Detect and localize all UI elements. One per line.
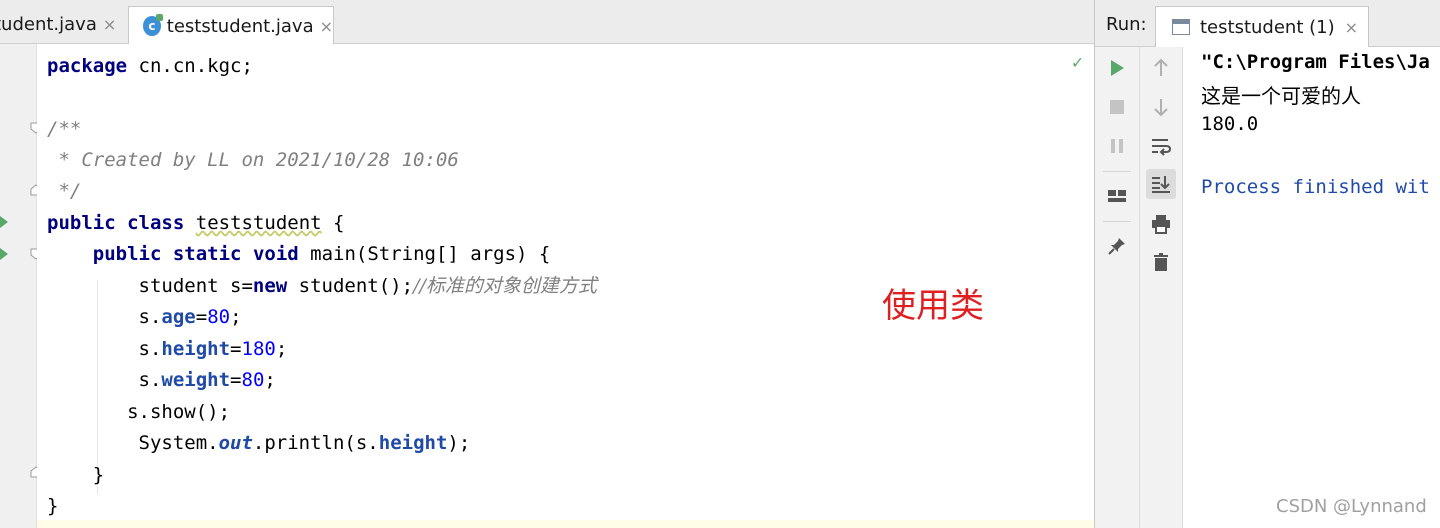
stop-icon[interactable] [1104, 94, 1130, 120]
tab-label: teststudent.java [166, 15, 314, 37]
soft-wrap-icon[interactable] [1148, 133, 1174, 159]
code-line-8: student s=new student();//标准的对象创建方式 [138, 275, 597, 297]
scroll-to-end-icon[interactable] [1146, 169, 1176, 199]
trash-icon[interactable] [1148, 249, 1174, 275]
run-main-icon[interactable] [0, 248, 8, 260]
toolbar-separator [1103, 171, 1131, 172]
close-icon[interactable]: × [103, 15, 116, 34]
console-line-output-1: 这是一个可爱的人 [1201, 84, 1361, 108]
code-line-9: s.age=80; [138, 306, 242, 328]
code-line-14: } [92, 464, 105, 486]
code-line-10: s.height=180; [138, 338, 288, 360]
code-line-6: public class teststudent { [47, 212, 345, 234]
code-line-13: System.out.println(s.height); [138, 432, 471, 454]
console-window-icon [1172, 19, 1190, 35]
console-line-output-2: 180.0 [1201, 113, 1259, 135]
watermark: CSDN @Lynnand [1276, 496, 1427, 517]
run-label: Run: [1106, 14, 1147, 35]
code-line-11: s.weight=80; [138, 369, 276, 391]
print-icon[interactable] [1148, 211, 1174, 237]
code-line-7: public static void main(String[] args) { [92, 243, 551, 265]
code-line-12: s.show(); [127, 401, 231, 423]
close-icon[interactable]: × [1345, 18, 1358, 37]
java-class-icon: c [143, 14, 163, 36]
code-line-15: } [47, 495, 59, 517]
tab-student-java[interactable]: tudent.java × [0, 6, 128, 43]
inspection-ok-icon[interactable]: ✓ [1072, 52, 1083, 73]
code-line-1: package cn.cn.kgc; [47, 55, 253, 77]
tab-label: tudent.java [0, 14, 97, 35]
annotation-text: 使用类 [882, 286, 984, 326]
run-tab-label: teststudent (1) [1200, 16, 1335, 38]
tab-teststudent-java[interactable]: c teststudent.java × [128, 6, 334, 45]
console-output[interactable]: "C:\Program Files\Ja 这是一个可爱的人 180.0 Proc… [1183, 47, 1440, 528]
run-tab-teststudent[interactable]: teststudent (1) × [1155, 6, 1369, 47]
pin-icon[interactable] [1104, 233, 1130, 259]
run-class-icon[interactable] [0, 216, 8, 228]
code-line-4: * Created by LL on 2021/10/28 10:06 [47, 149, 459, 171]
caret-line-highlight [37, 520, 1094, 528]
rerun-icon[interactable] [1104, 55, 1130, 81]
editor-tab-bar: tudent.java × c teststudent.java × [0, 0, 1094, 45]
console-line-command: "C:\Program Files\Ja [1201, 51, 1430, 73]
code-line-3: /** [47, 118, 82, 140]
close-icon[interactable]: × [320, 17, 333, 36]
code-line-5: */ [47, 180, 82, 202]
run-toolbar-secondary [1140, 47, 1183, 528]
up-arrow-icon[interactable] [1148, 55, 1174, 81]
layout-icon[interactable] [1104, 183, 1130, 209]
console-line-exit: Process finished wit [1201, 176, 1430, 198]
editor-gutter [0, 44, 37, 528]
pause-icon[interactable] [1104, 133, 1130, 159]
down-arrow-icon[interactable] [1148, 94, 1174, 120]
run-toolbar-primary [1095, 47, 1140, 528]
toolbar-separator [1103, 221, 1131, 222]
